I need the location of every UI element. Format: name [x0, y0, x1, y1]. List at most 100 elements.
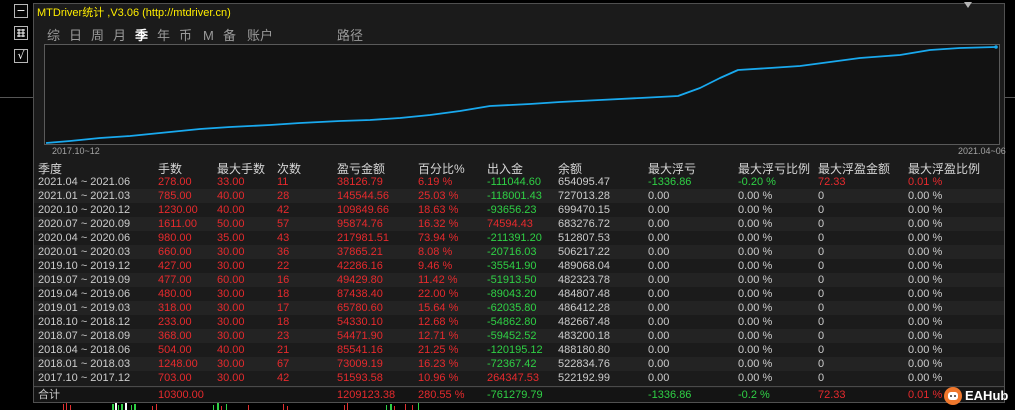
tool-button[interactable]	[14, 26, 28, 40]
cell-max-lots: 33.00	[217, 176, 245, 188]
cell-balance: 522192.99	[558, 372, 610, 384]
cell-deposit-withdrawal: -72367.42	[487, 358, 537, 370]
cell-max-floating-loss: 0.00	[648, 232, 670, 244]
cell-max-lots: 30.00	[217, 316, 245, 328]
cell-profit: 38126.79	[337, 176, 383, 188]
tab-comment[interactable]: 备	[223, 28, 236, 43]
cell-profit: 109849.66	[337, 204, 389, 216]
cell-lots: 1248.00	[158, 358, 198, 370]
cell-max-lots: 30.00	[217, 330, 245, 342]
tab-yearly[interactable]: 年	[157, 28, 170, 43]
cell-lots: 10300.00	[158, 389, 204, 401]
cell-profit: 65780.60	[337, 302, 383, 314]
tab-daily[interactable]: 日	[69, 28, 82, 43]
cell-max-floating-loss-pct: 0.00 %	[738, 246, 773, 258]
cell-profit: 73009.19	[337, 358, 383, 370]
equity-curve-end-point	[994, 45, 998, 49]
cell-max-floating-loss: 0.00	[648, 302, 670, 314]
cell-trades: 23	[277, 330, 290, 342]
cell-max-floating-profit: 0	[818, 358, 825, 370]
cell-trades: 43	[277, 232, 290, 244]
cell-trades: 42	[277, 372, 290, 384]
cell-lots: 703.00	[158, 372, 192, 384]
table-divider	[34, 386, 1004, 387]
cell-trades: 11	[277, 176, 289, 188]
cell-profit: 145544.56	[337, 190, 389, 202]
tab-monthly[interactable]: 月	[113, 28, 126, 43]
eahub-logo: EAHub	[944, 386, 1010, 406]
cell-balance: 699470.15	[558, 204, 610, 216]
cell-max-floating-loss: -1336.86	[648, 176, 692, 188]
cell-profit: 85541.16	[337, 344, 383, 356]
tab-magic[interactable]: M	[203, 28, 214, 43]
cell-max-floating-profit: 0	[818, 246, 825, 258]
candle-bar	[221, 406, 222, 410]
cell-percent: 12.71 %	[418, 330, 459, 342]
cell-max-floating-profit: 0	[818, 372, 825, 384]
table-row: 2019.10 ~ 2019.12 427.00 30.00 22 42286.16 9.…	[34, 259, 1004, 273]
cell-deposit-withdrawal: -118001.43	[487, 190, 542, 202]
tab-summary[interactable]: 综	[47, 28, 60, 43]
cell-percent: 73.94 %	[418, 232, 459, 244]
header-lots: 手数	[158, 162, 183, 176]
tab-account[interactable]: 账户	[247, 28, 273, 43]
tab-weekly[interactable]: 周	[91, 28, 104, 43]
chart-end-date: 2021.04~06	[958, 146, 1006, 156]
cell-percent: 280.55 %	[418, 389, 465, 401]
cell-max-lots: 30.00	[217, 302, 245, 314]
cell-quarter: 2019.01 ~ 2019.03	[38, 302, 131, 314]
cell-balance: 654095.47	[558, 176, 610, 188]
cell-profit: 54330.10	[337, 316, 383, 328]
tab-symbol[interactable]: 币	[179, 28, 192, 43]
cell-max-floating-loss: -1336.86	[648, 389, 692, 401]
tab-path[interactable]: 路径	[337, 28, 363, 43]
cell-max-floating-profit-pct: 0.00 %	[908, 274, 943, 286]
tab-quarterly[interactable]: 季	[135, 28, 148, 43]
cell-percent: 22.00 %	[418, 288, 459, 300]
cell-max-lots: 30.00	[217, 358, 245, 370]
header-balance: 余额	[558, 162, 583, 176]
table-row: 2021.04 ~ 2021.06 278.00 33.00 11 38126.79 6.…	[34, 175, 1004, 189]
cell-max-floating-loss: 0.00	[648, 358, 670, 370]
cell-balance: 482323.78	[558, 274, 610, 286]
cell-lots: 278.00	[158, 176, 192, 188]
header-deposit-withdrawal: 出入金	[487, 162, 524, 176]
table-row: 2019.07 ~ 2019.09 477.00 60.00 16 49429.80 11…	[34, 273, 1004, 287]
cell-deposit-withdrawal: -93656.23	[487, 204, 537, 216]
cell-deposit-withdrawal: -35541.90	[487, 260, 537, 272]
cell-max-floating-loss-pct: 0.00 %	[738, 274, 773, 286]
cell-balance: 482667.48	[558, 316, 610, 328]
cell-quarter: 2018.04 ~ 2018.06	[38, 344, 131, 356]
cell-lots: 427.00	[158, 260, 192, 272]
cell-max-floating-loss-pct: 0.00 %	[738, 344, 773, 356]
cell-max-floating-profit-pct: 0.00 %	[908, 316, 943, 328]
cell-trades: 67	[277, 358, 290, 370]
cell-percent: 21.25 %	[418, 344, 459, 356]
cell-max-floating-profit: 0	[818, 274, 825, 286]
candle-bar	[347, 403, 348, 410]
cell-lots: 233.00	[158, 316, 192, 328]
header-percent: 百分比%	[418, 162, 465, 176]
quarterly-stats-table: 2021.04 ~ 2021.06 278.00 33.00 11 38126.79 6.…	[34, 175, 1004, 385]
candle-bar	[418, 403, 419, 410]
check-button[interactable]: √	[14, 49, 28, 63]
cell-quarter: 2021.01 ~ 2021.03	[38, 190, 131, 202]
cell-deposit-withdrawal: -20716.03	[487, 246, 537, 258]
cell-max-floating-loss-pct: 0.00 %	[738, 204, 773, 216]
cell-max-lots: 30.00	[217, 260, 245, 272]
cell-max-floating-profit-pct: 0.00 %	[908, 260, 943, 272]
cell-max-floating-loss-pct: 0.00 %	[738, 372, 773, 384]
cell-max-floating-profit-pct: 0.00 %	[908, 344, 943, 356]
statistics-panel: MTDriver统计 ,V3.06 (http://mtdriver.cn) 综…	[33, 3, 1006, 403]
cell-max-lots: 30.00	[217, 372, 245, 384]
cell-deposit-withdrawal: -211391.20	[487, 232, 542, 244]
candle-bar	[66, 403, 67, 410]
cell-max-floating-profit-pct: 0.00 %	[908, 330, 943, 342]
cell-max-floating-profit-pct: 0.01 %	[908, 389, 943, 401]
cell-percent: 9.46 %	[418, 260, 453, 272]
header-quarter: 季度	[38, 162, 63, 176]
minimize-button[interactable]: −	[14, 4, 28, 18]
candle-bar	[394, 406, 395, 410]
triangle-down-icon[interactable]	[964, 2, 972, 8]
cell-trades: 18	[277, 288, 290, 300]
